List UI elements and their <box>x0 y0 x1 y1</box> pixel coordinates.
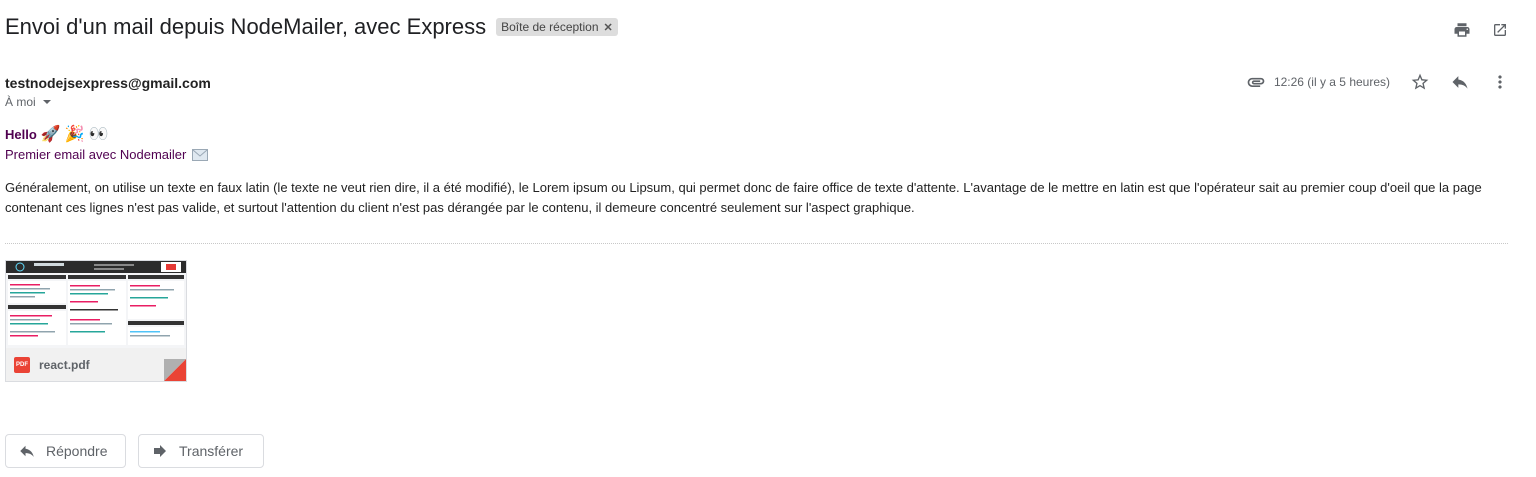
email-envelope-icon <box>192 148 209 161</box>
paperclip-icon <box>1246 72 1266 92</box>
attachment-preview <box>6 261 186 348</box>
forward-arrow-icon <box>151 442 169 460</box>
remove-label-icon[interactable]: ✕ <box>604 21 613 34</box>
top-actions <box>1452 20 1510 40</box>
forward-button-label: Transférer <box>179 443 244 459</box>
reply-button-label: Répondre <box>46 443 108 459</box>
more-vert-icon[interactable] <box>1490 72 1510 92</box>
intro-text: Premier email avec Nodemailer <box>5 147 187 162</box>
party-popper-icon: 🎉 <box>64 126 85 143</box>
email-body: Généralement, on utilise un texte en fau… <box>5 180 1482 215</box>
time-group: 12:26 (il y a 5 heures) <box>1246 72 1390 92</box>
eyes-icon: 👀 <box>88 126 109 143</box>
forward-button[interactable]: Transférer <box>138 434 264 468</box>
attachments-divider <box>5 243 1508 244</box>
subject-row: Envoi d'un mail depuis NodeMailer, avec … <box>5 14 618 40</box>
star-icon[interactable] <box>1410 72 1430 92</box>
greeting-line: Hello 🚀 🎉 👀 <box>5 124 109 144</box>
reply-button[interactable]: Répondre <box>5 434 126 468</box>
email-subject: Envoi d'un mail depuis NodeMailer, avec … <box>5 14 487 39</box>
print-icon[interactable] <box>1452 20 1472 40</box>
rocket-icon: 🚀 <box>40 126 61 143</box>
attachment-filename: react.pdf <box>39 357 90 372</box>
reply-icon[interactable] <box>1450 72 1470 92</box>
message-meta: 12:26 (il y a 5 heures) <box>1246 72 1510 92</box>
inbox-label-chip[interactable]: Boîte de réception ✕ <box>496 18 618 36</box>
recipient-label: À moi <box>5 95 36 109</box>
attachment-corner-fold-icon <box>146 359 186 381</box>
intro-line: Premier email avec Nodemailer <box>5 147 209 162</box>
sender-email[interactable]: testnodejsexpress@gmail.com <box>5 75 211 91</box>
dropdown-icon[interactable] <box>42 97 52 107</box>
open-in-new-icon[interactable] <box>1490 20 1510 40</box>
reply-arrow-icon <box>18 442 36 460</box>
message-time: 12:26 (il y a 5 heures) <box>1273 75 1390 89</box>
greeting-text: Hello <box>5 126 37 142</box>
pdf-icon: PDF <box>14 356 30 373</box>
attachment-card[interactable]: PDF react.pdf <box>5 260 187 382</box>
recipient-toggle[interactable]: À moi <box>5 95 52 109</box>
inbox-label-text: Boîte de réception <box>501 20 599 34</box>
